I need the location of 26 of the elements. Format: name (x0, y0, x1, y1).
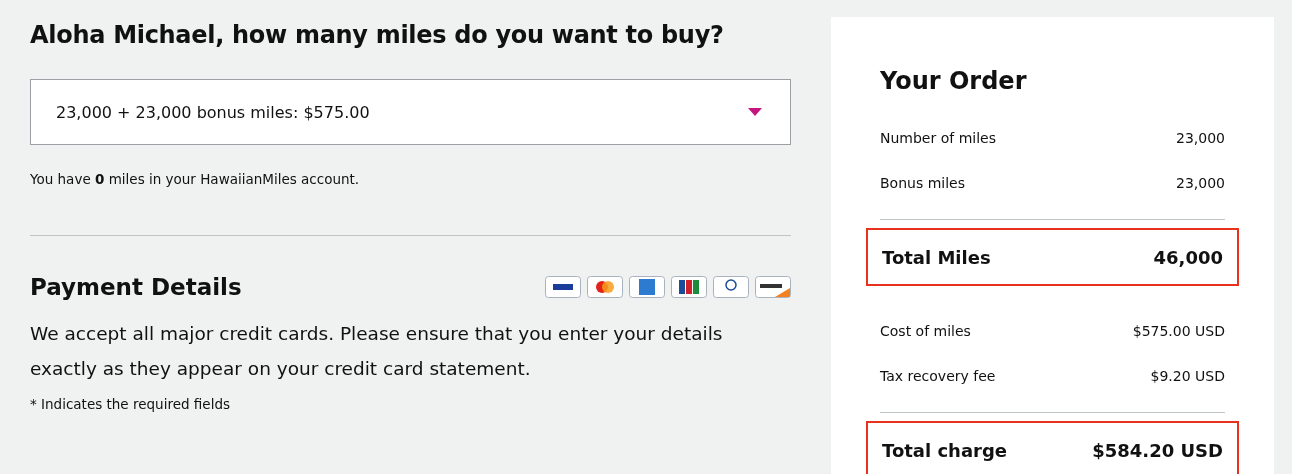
row-label: Number of miles (880, 129, 996, 146)
credit-card-icon (629, 276, 665, 298)
required-note: * Indicates the required fields (30, 396, 231, 412)
payment-description: We accept all major credit cards. Please ensure that you enter your details exactly as they appear on your credit card statement. (30, 322, 724, 381)
total-label: Total charge (882, 439, 1008, 461)
row-value: 23,000 (1176, 174, 1225, 191)
miles-select[interactable]: 23,000 + 23,000 bonus miles: $575.00 (30, 79, 791, 145)
total-value: 46,000 (1153, 246, 1223, 268)
total-value: $584.20 USD (1092, 439, 1223, 461)
row-value: 23,000 (1176, 129, 1225, 146)
page-heading: Aloha Michael, how many miles do you want to buy? (30, 21, 725, 49)
caret-icon (748, 108, 762, 116)
row-label: Bonus miles (880, 174, 965, 191)
credit-card-icon (755, 276, 791, 298)
credit-card-icon (587, 276, 623, 298)
total-label: Total Miles (882, 246, 991, 268)
row-label: Tax recovery fee (880, 367, 996, 384)
credit-card-icon (671, 276, 707, 298)
section-title: Payment Details (30, 274, 242, 300)
row-label: Cost of miles (880, 322, 971, 339)
row-value: $9.20 USD (1150, 367, 1225, 384)
miles-balance-text: You have 0 miles in your HawaiianMiles account. (30, 171, 361, 187)
credit-card-icon (545, 276, 581, 298)
order-title: Your Order (880, 67, 1028, 95)
credit-card-icon (713, 276, 749, 298)
row-value: $575.00 USD (1132, 322, 1225, 339)
